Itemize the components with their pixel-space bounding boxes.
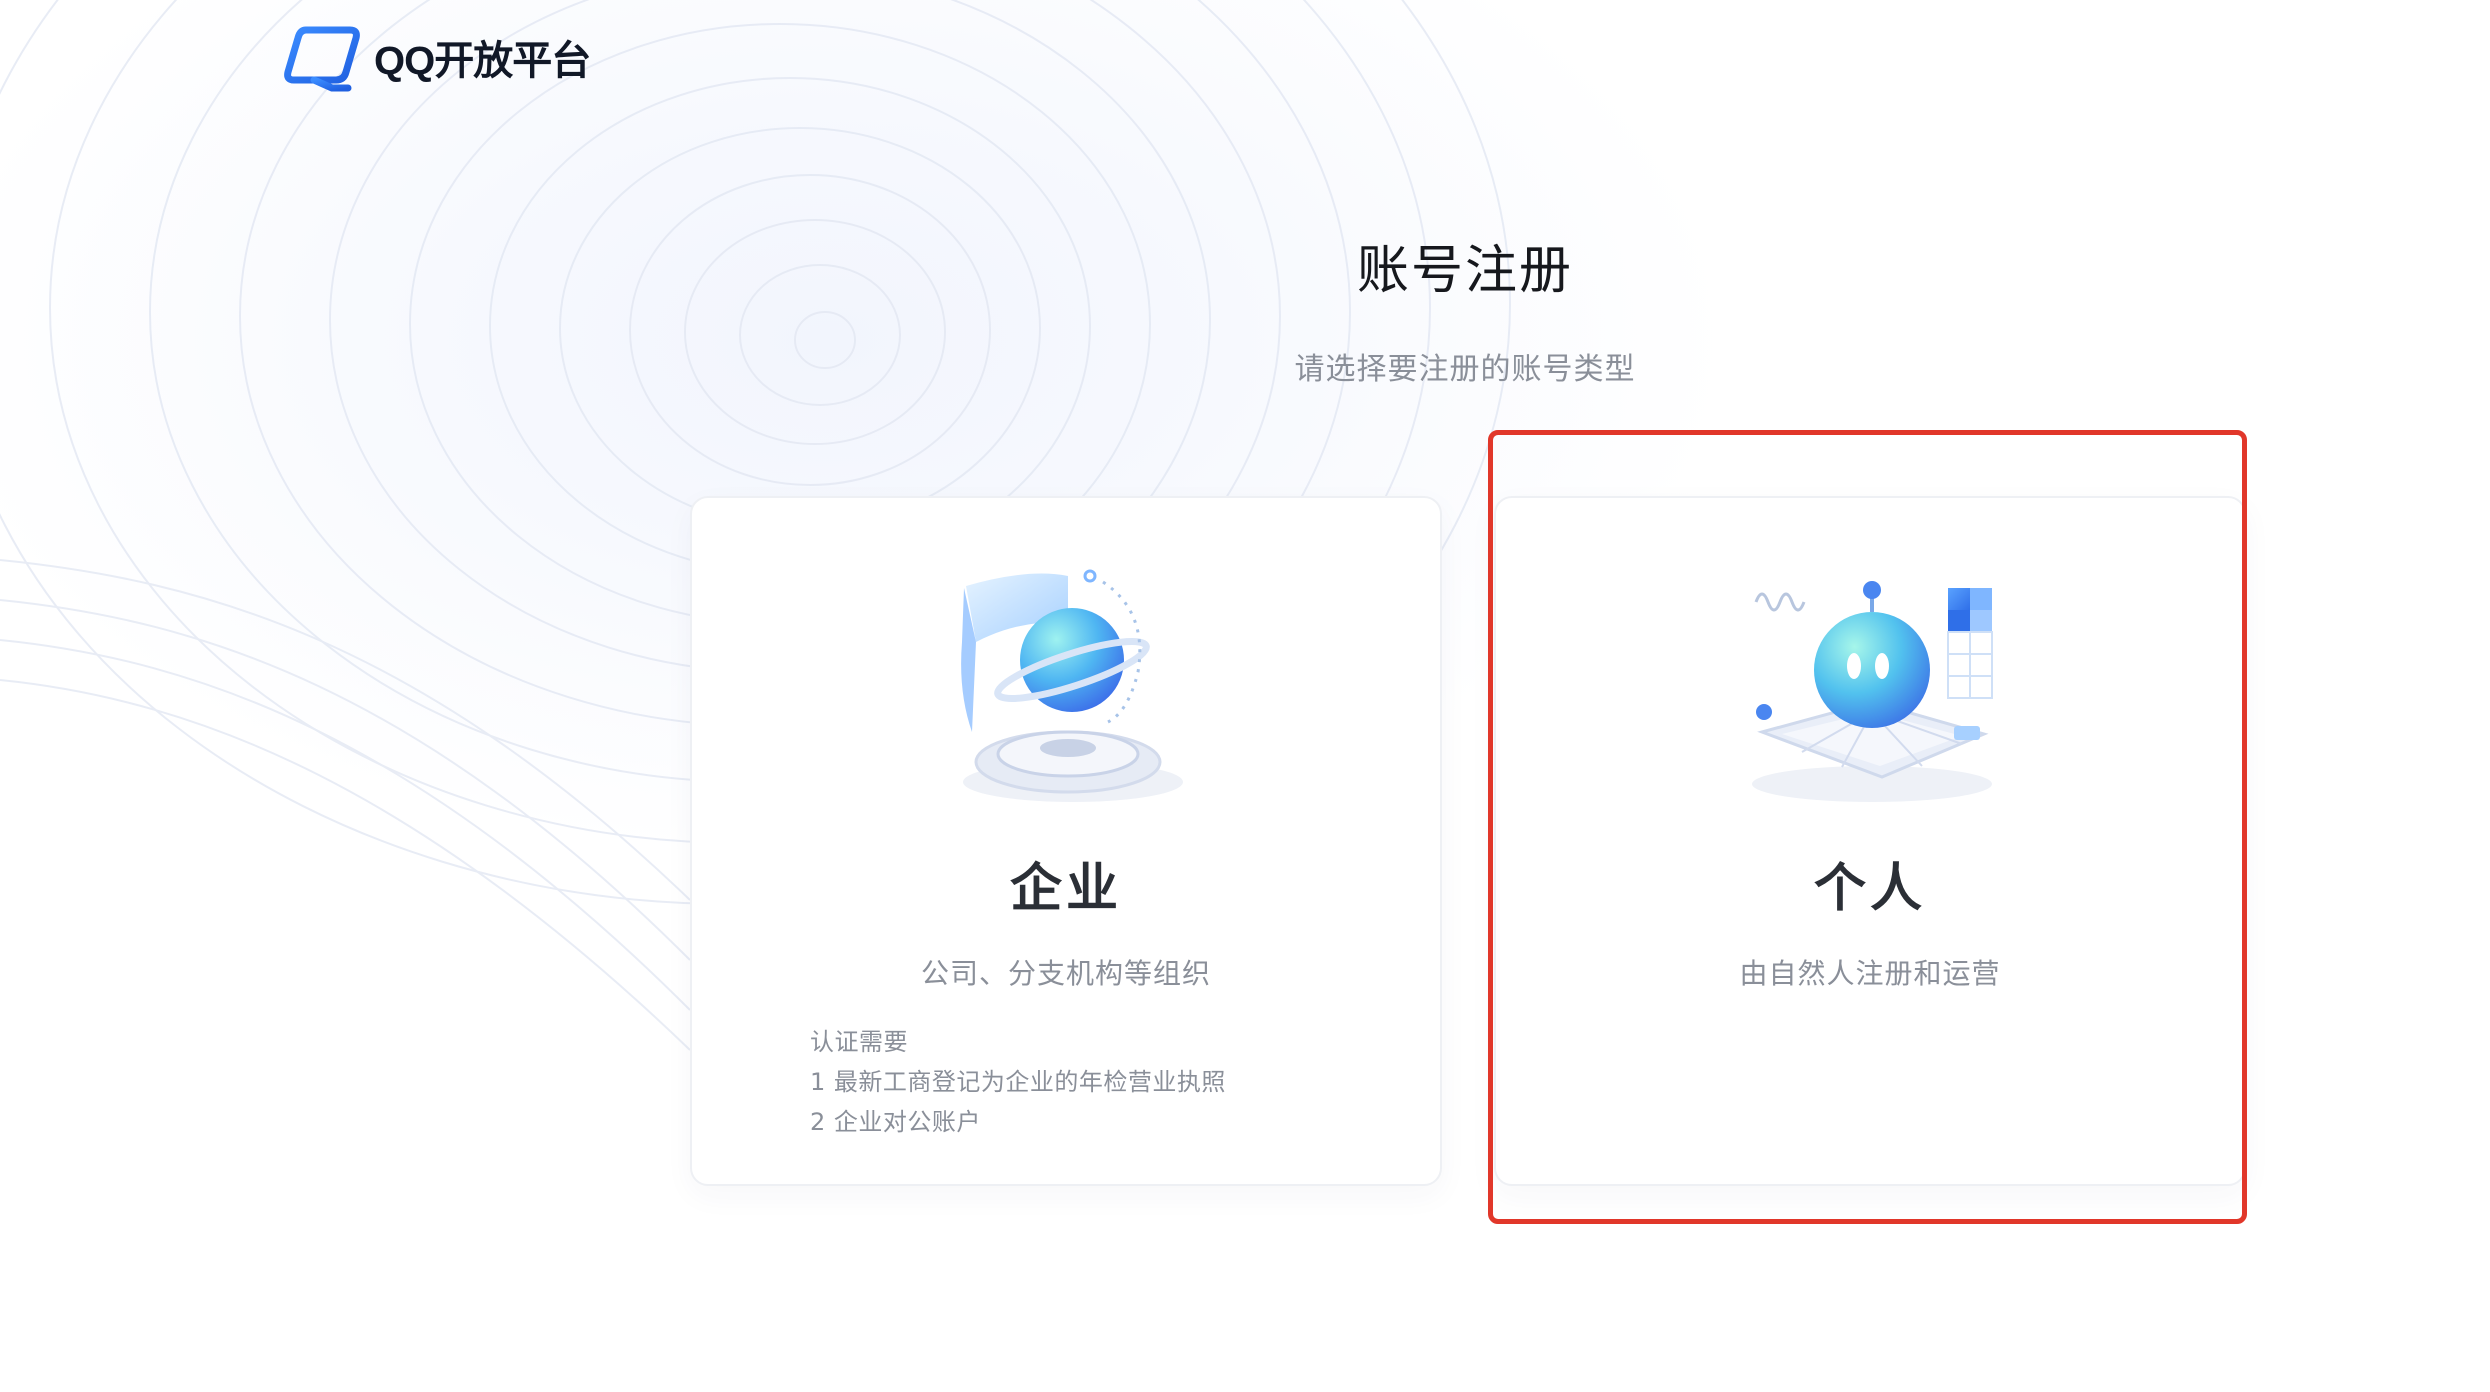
enterprise-card-description: 公司、分支机构等组织 [920,957,1211,990]
enterprise-card-title: 企业 [1009,859,1122,919]
requirement-item: 1 最新工商登记为企业的年检营业执照 [810,1068,1226,1096]
requirements-heading: 认证需要 [810,1028,908,1056]
qq-logo-icon [284,26,360,92]
page-subtitle: 请选择要注册的账号类型 [1294,352,1636,387]
enterprise-requirements: 认证需要 1 最新工商登记为企业的年检营业执照 2 企业对公账户 [810,1022,1226,1142]
requirement-item: 2 企业对公账户 [810,1108,981,1136]
selection-highlight-box [1488,430,2247,1224]
qq-open-platform-logo[interactable]: QQ开放平台 [284,22,591,92]
page-title: 账号注册 [1356,241,1573,301]
enterprise-account-card[interactable]: 企业 公司、分支机构等组织 认证需要 1 最新工商登记为企业的年检营业执照 2 … [690,496,1442,1186]
logo-text: QQ开放平台 [374,39,591,83]
planet-globe-icon [961,569,1183,802]
